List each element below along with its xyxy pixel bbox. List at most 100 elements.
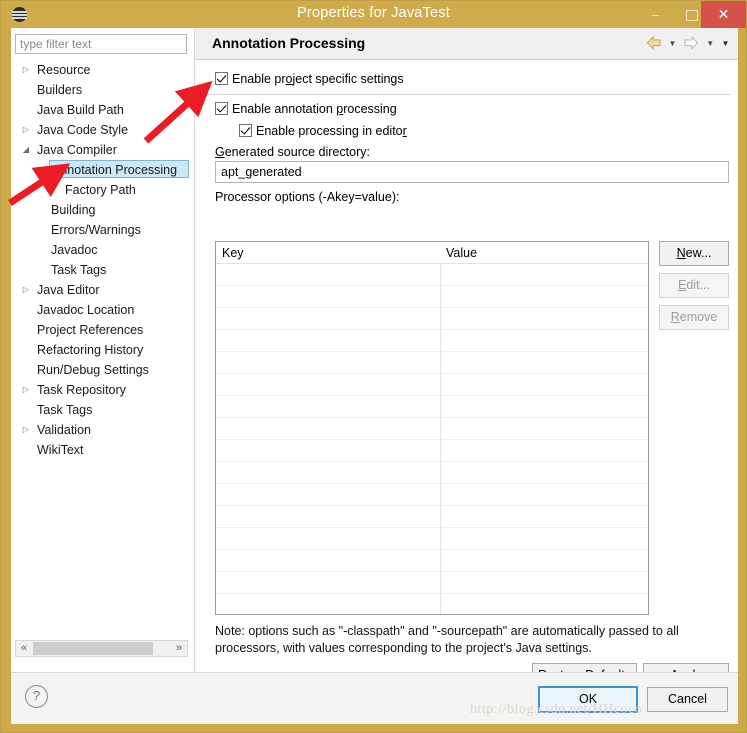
sidebar-item-label: Resource [37,63,91,77]
sidebar-item-wikitext[interactable]: WikiText [11,440,194,460]
column-header-key: Key [222,246,244,260]
table-row[interactable] [216,418,648,440]
enable-processing-in-editor-row[interactable]: Enable processing in editor [239,122,407,140]
sidebar-item-label: Errors/Warnings [51,223,141,237]
remove-button[interactable]: Remove [659,305,729,330]
sidebar-item-label: Project References [37,323,144,337]
table-row[interactable] [216,330,648,352]
generated-source-directory-input[interactable] [215,161,729,183]
table-row[interactable] [216,572,648,594]
tree-collapsed-icon[interactable]: ▷ [19,120,33,140]
sidebar-item-label: Factory Path [65,183,136,197]
page-navigation-controls: ▼ ▼ ▼ [643,34,730,54]
tree-spacer-icon [33,200,47,220]
table-row[interactable] [216,440,648,462]
enable-processing-in-editor-checkbox[interactable] [239,124,252,137]
tree-spacer-icon [33,260,47,280]
sidebar-item-label: Java Compiler [37,143,117,157]
filter-input-wrapper [15,34,187,54]
forward-menu-chevron-down-icon[interactable]: ▼ [706,34,715,54]
sidebar-item-refactoring-history[interactable]: Refactoring History [11,340,194,360]
enable-project-specific-settings-checkbox[interactable] [215,72,228,85]
section-divider [203,94,730,95]
sidebar-item-resource[interactable]: ▷ Resource [11,60,194,80]
table-row[interactable] [216,484,648,506]
sidebar-item-task-tags[interactable]: Task Tags [11,400,194,420]
tree-horizontal-scrollbar[interactable]: « » [15,640,188,657]
filter-input[interactable] [15,34,187,54]
table-row[interactable] [216,308,648,330]
settings-tree[interactable]: ▷ Resource Builders Java Build Path ▷ Java Co… [11,60,194,638]
table-row[interactable] [216,506,648,528]
tree-expanded-icon[interactable]: ◢ [33,160,47,180]
enable-annotation-processing-checkbox[interactable] [215,102,228,115]
page-menu-chevron-down-icon[interactable]: ▼ [721,34,730,54]
sidebar-item-javadoc[interactable]: Javadoc [11,240,194,260]
sidebar-item-label: Building [51,203,96,217]
table-row[interactable] [216,594,648,614]
sidebar-item-java-compiler[interactable]: ◢ Java Compiler [11,140,194,160]
forward-arrow-icon[interactable] [683,35,699,53]
sidebar-item-label: Java Code Style [37,123,129,137]
sidebar-item-annotation-processing[interactable]: ◢ Annotation Processing [11,160,194,180]
cancel-button[interactable]: Cancel [647,687,728,712]
table-row[interactable] [216,286,648,308]
sidebar-item-java-code-style[interactable]: ▷ Java Code Style [11,120,194,140]
scroll-right-arrow-icon[interactable]: » [171,641,187,656]
minimize-icon: – [651,7,660,22]
enable-project-specific-settings-row[interactable]: Enable project specific settings [215,70,404,88]
tree-spacer-icon [19,320,33,340]
close-button[interactable]: ✕ [701,1,746,28]
sidebar-item-label: Javadoc [51,243,98,257]
sidebar-item-label: Task Repository [37,383,126,397]
table-row[interactable] [216,462,648,484]
edit-button[interactable]: Edit... [659,273,729,298]
sidebar-item-factory-path[interactable]: Factory Path [11,180,194,200]
enable-annotation-processing-row[interactable]: Enable annotation processing [215,100,397,118]
sidebar-item-label: Run/Debug Settings [37,363,149,377]
new-button[interactable]: New... [659,241,729,266]
window-title: Properties for JavaTest [297,5,450,21]
back-arrow-icon[interactable] [646,35,662,53]
sidebar-item-task-tags[interactable]: Task Tags [11,260,194,280]
table-row[interactable] [216,396,648,418]
sidebar-item-validation[interactable]: ▷ Validation [11,420,194,440]
sidebar-item-project-references[interactable]: Project References [11,320,194,340]
sidebar-item-label: Task Tags [51,263,107,277]
sidebar-item-java-editor[interactable]: ▷ Java Editor [11,280,194,300]
sidebar-item-errors-warnings[interactable]: Errors/Warnings [11,220,194,240]
sidebar-item-label: Annotation Processing [49,160,189,178]
sidebar-item-label: Java Build Path [37,103,124,117]
scroll-left-arrow-icon[interactable]: « [16,641,32,656]
tree-spacer-icon [19,80,33,100]
tree-collapsed-icon[interactable]: ▷ [19,280,33,300]
sidebar-item-label: Validation [37,423,91,437]
tree-expanded-icon[interactable]: ◢ [19,140,33,160]
tree-collapsed-icon[interactable]: ▷ [19,60,33,80]
sidebar-item-java-build-path[interactable]: Java Build Path [11,100,194,120]
page-content: Enable project specific settings Enable … [195,61,738,687]
table-row[interactable] [216,528,648,550]
question-mark-icon[interactable]: ? [25,685,48,708]
sidebar-item-builders[interactable]: Builders [11,80,194,100]
scrollbar-thumb[interactable] [33,642,153,655]
table-row[interactable] [216,352,648,374]
sidebar-item-label: Refactoring History [37,343,144,357]
tree-collapsed-icon[interactable]: ▷ [19,380,33,400]
sidebar-item-building[interactable]: Building [11,200,194,220]
sidebar-item-task-repository[interactable]: ▷ Task Repository [11,380,194,400]
processor-options-table[interactable]: Key Value [215,241,649,615]
table-row[interactable] [216,550,648,572]
sidebar-item-run-debug-settings[interactable]: Run/Debug Settings [11,360,194,380]
tree-spacer-icon [19,300,33,320]
tree-collapsed-icon[interactable]: ▷ [19,420,33,440]
processor-options-label: Processor options (-Akey=value): [215,190,400,204]
page-title: Annotation Processing [212,35,366,51]
sidebar-item-javadoc-location[interactable]: Javadoc Location [11,300,194,320]
minimize-button[interactable]: – [637,1,674,28]
table-row[interactable] [216,374,648,396]
watermark-text: http://blog.csdn.net/HHcoco [470,702,643,717]
back-menu-chevron-down-icon[interactable]: ▼ [668,34,677,54]
table-body[interactable] [216,264,648,614]
table-row[interactable] [216,264,648,286]
